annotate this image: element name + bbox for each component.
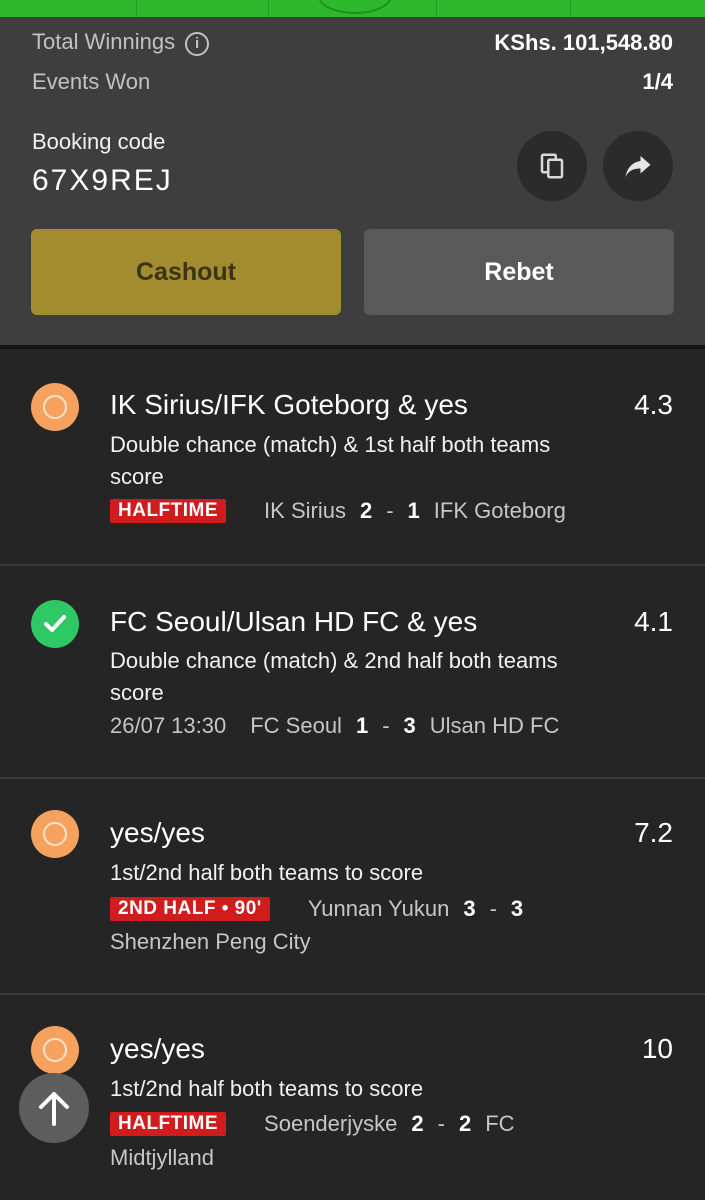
- score-separator: -: [386, 498, 394, 523]
- events-won-label: Events Won: [32, 69, 151, 94]
- home-team: FC Seoul: [250, 713, 342, 738]
- away-score: 1: [407, 498, 420, 523]
- home-team: Soenderjyske: [264, 1111, 398, 1136]
- arrow-up-icon: [39, 1092, 69, 1126]
- event-market: 1st/2nd half both teams to score: [110, 860, 424, 885]
- cashout-button[interactable]: Cashout: [31, 229, 341, 315]
- top-bar-separator: [136, 0, 137, 17]
- live-status-badge: HALFTIME: [110, 1112, 227, 1136]
- home-score: 2: [359, 498, 373, 523]
- total-winnings-label: Total Winnings: [32, 29, 176, 54]
- event-odds: 4.3: [634, 389, 673, 420]
- score-separator: -: [489, 896, 497, 921]
- total-winnings-row: Total Winnings i: [32, 29, 210, 56]
- scroll-to-top-button[interactable]: [19, 1073, 89, 1143]
- event-market: Double chance (match) & 1st half both te…: [110, 432, 551, 489]
- won-status-icon: [31, 600, 79, 648]
- away-team: Shenzhen Peng City: [110, 929, 311, 954]
- booking-code-value: 67X9REJ: [32, 164, 173, 197]
- bet-event-item[interactable]: IK Sirius/IFK Goteborg & yes 4.3 Double …: [0, 349, 705, 566]
- away-team: IFK Goteborg: [433, 498, 566, 523]
- away-score: 3: [403, 713, 416, 738]
- pending-status-icon: [31, 383, 79, 431]
- event-title: FC Seoul/Ulsan HD FC & yes: [110, 606, 478, 637]
- live-status-badge: HALFTIME: [110, 499, 227, 523]
- event-start-time: 26/07 13:30: [110, 713, 227, 738]
- top-app-bar: [0, 0, 705, 17]
- event-title: yes/yes: [110, 817, 205, 848]
- home-score: 1: [355, 713, 369, 738]
- pending-status-icon: [31, 1026, 79, 1074]
- live-status-badge: 2ND HALF • 90': [110, 897, 270, 921]
- copy-booking-code-button[interactable]: [517, 131, 587, 201]
- info-icon[interactable]: i: [185, 32, 210, 56]
- away-score: 2: [458, 1111, 472, 1136]
- top-bar-separator: [570, 0, 571, 17]
- away-team-part: Midtjylland: [110, 1145, 214, 1170]
- check-icon: [44, 615, 66, 632]
- total-winnings-value: KShs. 101,548.80: [494, 30, 673, 55]
- event-score-line: HALFTIME IK Sirius 2 - 1 IFK Goteborg: [110, 498, 566, 524]
- event-odds: 10: [641, 1033, 673, 1064]
- top-bar-separator: [268, 0, 269, 17]
- rebet-button[interactable]: Rebet: [364, 229, 674, 315]
- event-odds: 4.1: [634, 606, 673, 637]
- bet-event-item[interactable]: yes/yes 7.2 1st/2nd half both teams to s…: [0, 779, 705, 995]
- top-bar-logo-shape: [318, 0, 392, 14]
- event-score-line: HALFTIME Soenderjyske 2 - 2 FC: [110, 1111, 515, 1137]
- event-title: yes/yes: [110, 1033, 205, 1064]
- booking-code-label: Booking code: [32, 129, 166, 154]
- home-team: Yunnan Yukun: [307, 896, 450, 921]
- events-won-value: 1/4: [642, 69, 673, 94]
- event-market: Double chance (match) & 2nd half both te…: [110, 648, 558, 705]
- home-team: IK Sirius: [264, 498, 346, 523]
- away-score: 3: [510, 896, 524, 921]
- score-separator: -: [382, 713, 390, 738]
- away-team-part: FC: [485, 1111, 515, 1136]
- top-bar-separator: [436, 0, 437, 17]
- bet-event-item[interactable]: yes/yes 10 1st/2nd half both teams to sc…: [0, 995, 705, 1200]
- bet-summary-panel: Total Winnings i KShs. 101,548.80 Events …: [0, 17, 705, 345]
- home-score: 3: [463, 896, 476, 921]
- event-score-line: 2ND HALF • 90' Yunnan Yukun 3 - 3: [110, 896, 537, 922]
- copy-icon: [540, 153, 564, 179]
- score-separator: -: [437, 1111, 445, 1136]
- home-score: 2: [411, 1111, 424, 1136]
- share-booking-code-button[interactable]: [603, 131, 673, 201]
- event-title: IK Sirius/IFK Goteborg & yes: [110, 389, 468, 420]
- event-odds: 7.2: [634, 817, 673, 848]
- event-market: 1st/2nd half both teams to score: [110, 1076, 424, 1101]
- bet-event-item[interactable]: FC Seoul/Ulsan HD FC & yes 4.1 Double ch…: [0, 566, 705, 779]
- share-icon: [625, 156, 651, 178]
- pending-status-icon: [31, 810, 79, 858]
- away-team: Ulsan HD FC: [429, 713, 560, 738]
- event-score-line: 26/07 13:30 FC Seoul 1 - 3 Ulsan HD FC: [110, 713, 559, 739]
